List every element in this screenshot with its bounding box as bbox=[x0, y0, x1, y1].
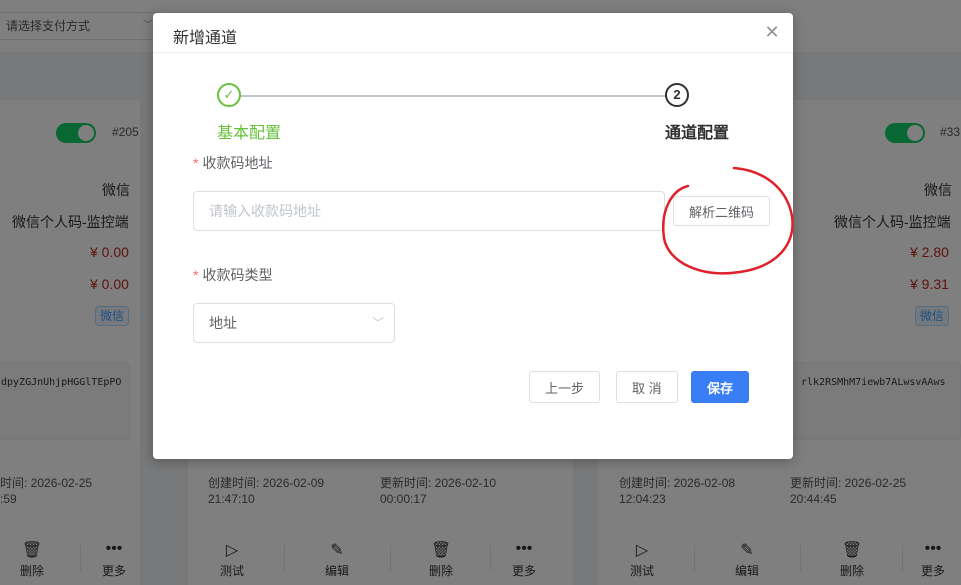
step-number: 2 bbox=[665, 83, 689, 107]
dialog-title: 新增通道 bbox=[173, 30, 238, 47]
steps: ✓ 基本配置 2 通道配置 bbox=[217, 83, 729, 143]
qr-url-input[interactable] bbox=[193, 191, 665, 231]
chevron-down-icon: ﹀ bbox=[371, 316, 384, 330]
dialog-header: 新增通道 ✕ bbox=[153, 13, 793, 53]
cancel-button[interactable]: 取 消 bbox=[616, 371, 678, 403]
close-icon[interactable]: ✕ bbox=[763, 23, 781, 41]
qr-url-label: * 收款码地址 bbox=[193, 153, 272, 173]
required-mark: * bbox=[193, 155, 199, 171]
qr-type-label-text: 收款码类型 bbox=[202, 267, 273, 283]
required-mark: * bbox=[193, 267, 199, 283]
save-button[interactable]: 保存 bbox=[691, 371, 750, 403]
add-channel-dialog: 新增通道 ✕ ✓ 基本配置 2 通道配置 *收款码地址 解析二维码 *收款码类型… bbox=[153, 13, 793, 459]
qr-type-selected: 地址 bbox=[209, 315, 237, 331]
qr-type-label: * 收款码类型 bbox=[193, 265, 272, 285]
prev-step-button[interactable]: 上一步 bbox=[529, 371, 601, 403]
step-title-basic: 基本配置 bbox=[217, 125, 282, 142]
step-title-channel: 通道配置 bbox=[665, 125, 730, 142]
parse-qr-button[interactable]: 解析二维码 bbox=[673, 196, 771, 226]
qr-type-select[interactable]: 地址 ﹀ bbox=[193, 303, 395, 343]
qr-url-label-text: 收款码地址 bbox=[202, 155, 273, 171]
check-icon: ✓ bbox=[217, 83, 241, 107]
step-connector bbox=[241, 95, 665, 97]
